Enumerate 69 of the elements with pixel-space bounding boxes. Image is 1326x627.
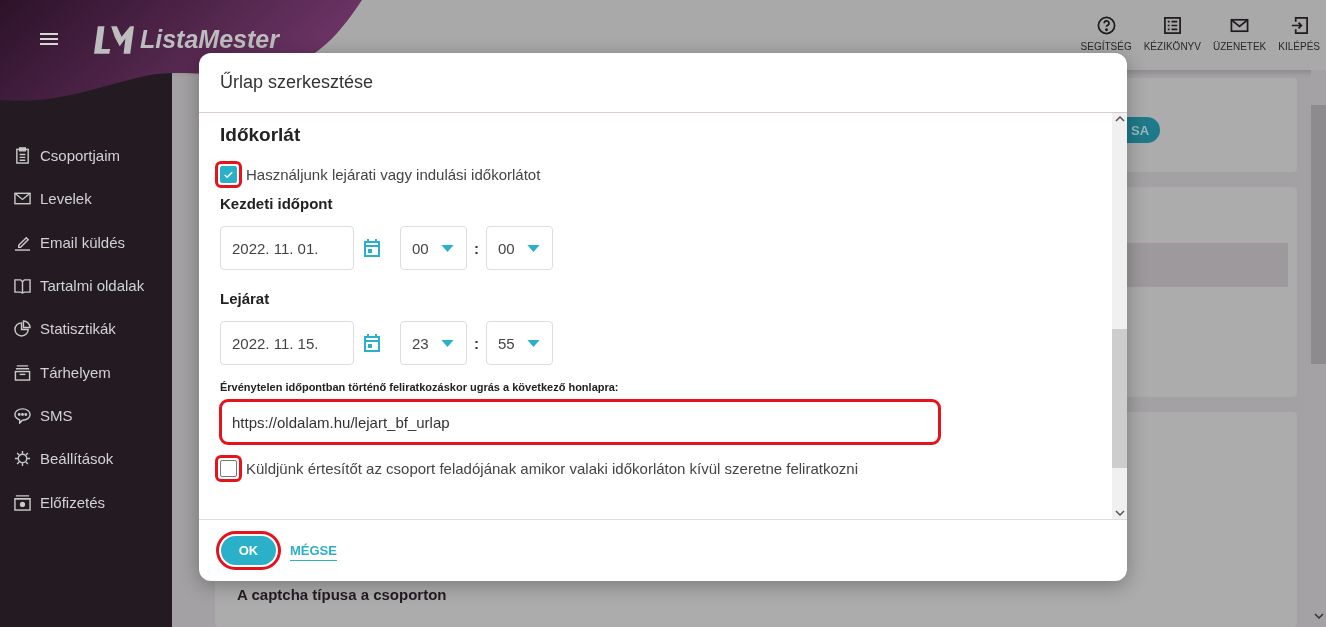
sidebar-item[interactable]: Statisztikák <box>0 307 172 351</box>
scrollbar[interactable] <box>1112 113 1127 519</box>
chevron-down-icon[interactable] <box>1314 613 1324 619</box>
sidebar-item[interactable]: Email küldés <box>0 220 172 264</box>
pie-chart-icon <box>14 320 31 338</box>
ticket-icon <box>14 493 31 511</box>
hour-dropdown[interactable]: 00 <box>400 226 467 270</box>
section-title: A captcha típusa a csoporton <box>237 586 447 603</box>
sidebar-label: Statisztikák <box>40 320 116 338</box>
caret-icon <box>441 339 454 347</box>
sidebar-label: Email küldés <box>40 233 126 251</box>
sidebar-label: Beállítások <box>40 450 114 468</box>
sidebar-item[interactable]: Levelek <box>0 177 172 221</box>
clipboard-icon <box>14 147 31 165</box>
checkbox-label: Küldjünk értesítőt az csoport feladójának amikor valaki időkorláton kívül szeretne feliratkozni <box>246 460 858 477</box>
sidebar-item[interactable]: Tárhelyem <box>0 350 172 394</box>
calendar-icon[interactable] <box>364 239 380 257</box>
sidebar-label: Csoportjaim <box>40 147 121 165</box>
time-separator: : <box>473 239 480 257</box>
sidebar-item[interactable]: Tartalmi oldalak <box>0 263 172 308</box>
top-nav-item[interactable]: KILÉPÉS <box>1272 16 1326 52</box>
checkbox[interactable] <box>220 166 237 183</box>
minute-dropdown[interactable]: 55 <box>486 321 553 365</box>
minute-dropdown[interactable]: 00 <box>486 226 553 270</box>
date-field[interactable]: 2022. 11. 01. <box>220 226 354 270</box>
checkbox-label: Használjunk lejárati vagy indulási időkorlátot <box>246 166 541 183</box>
calendar-icon[interactable] <box>364 334 380 352</box>
dialog-title: Űrlap szerkesztése <box>220 72 374 93</box>
field-label: Lejárat <box>220 290 271 307</box>
book-icon <box>14 277 31 295</box>
caret-icon <box>527 339 540 347</box>
time-separator: : <box>473 334 480 352</box>
field-label: Kezdeti időpont <box>220 195 334 212</box>
top-nav-item[interactable]: KÉZIKÖNYV <box>1137 16 1207 52</box>
sidebar-item[interactable]: Csoportjaim <box>0 134 172 178</box>
sidebar-item[interactable]: Beállítások <box>0 437 172 481</box>
section-heading: Időkorlát <box>220 124 301 146</box>
sidebar-item[interactable]: SMS <box>0 393 172 438</box>
chevron-down-icon[interactable] <box>1114 510 1125 516</box>
hour-dropdown[interactable]: 23 <box>400 321 467 365</box>
sidebar-label: Tartalmi oldalak <box>40 277 145 295</box>
menu-icon[interactable] <box>40 32 58 46</box>
nav-label: ÜZENETEK <box>1212 41 1267 52</box>
nav-label: KILÉPÉS <box>1278 41 1320 52</box>
nav-label: KÉZIKÖNYV <box>1143 41 1201 52</box>
gear-icon <box>14 450 31 468</box>
sidebar-item[interactable]: Előfizetés <box>0 480 172 524</box>
help-icon <box>1096 16 1116 35</box>
sidebar-label: Tárhelyem <box>40 363 111 381</box>
chevron-up-icon[interactable] <box>1114 116 1125 122</box>
list-icon <box>1162 16 1182 35</box>
sidebar-label: SMS <box>40 406 73 424</box>
sidebar-label: Levelek <box>40 190 92 208</box>
url-field[interactable]: https://oldalam.hu/lejart_bf_urlap <box>220 400 940 444</box>
field-label: Érvénytelen időpontban történő feliratkozáskor ugrás a következő honlapra: <box>220 381 619 393</box>
logo-text: ListaMester <box>140 24 279 54</box>
top-nav-item[interactable]: SEGÍTSÉG <box>1074 16 1138 52</box>
date-field[interactable]: 2022. 11. 15. <box>220 321 354 365</box>
top-nav-item[interactable]: ÜZENETEK <box>1206 16 1273 52</box>
logo-icon <box>94 23 134 55</box>
caret-icon <box>527 244 540 252</box>
checkbox[interactable] <box>220 460 237 477</box>
caret-icon <box>441 244 454 252</box>
envelope-icon <box>1230 16 1250 35</box>
sidebar-label: Előfizetés <box>40 493 106 511</box>
nav-label: SEGÍTSÉG <box>1080 41 1132 52</box>
logout-icon <box>1289 16 1309 35</box>
chat-bubble-icon <box>14 406 31 424</box>
tray-icon <box>14 363 31 381</box>
